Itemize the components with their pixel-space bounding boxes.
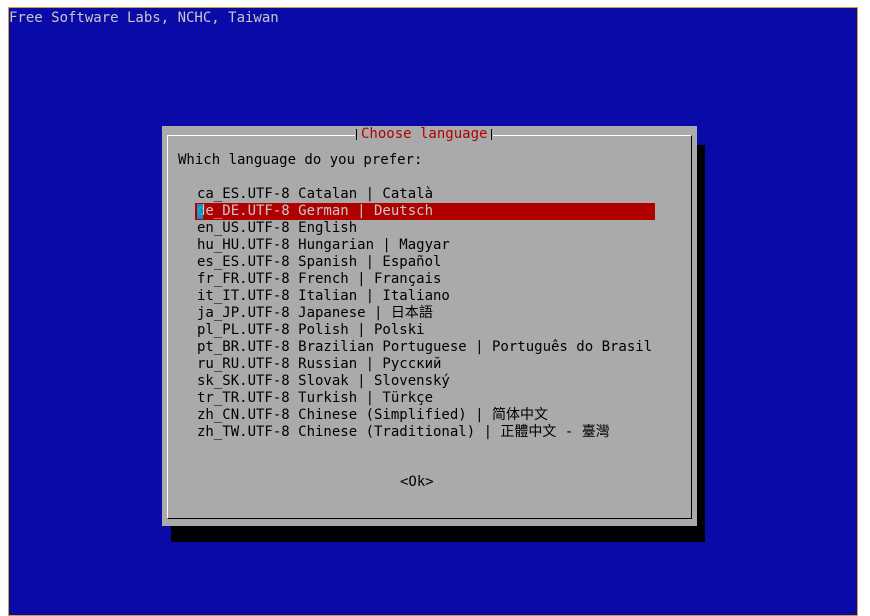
language-option-label: en_US.UTF-8 English	[197, 220, 358, 236]
language-option-label: pt_BR.UTF-8 Brazilian Portuguese | Portu…	[197, 339, 653, 355]
language-option-label: de_DE.UTF-8 German | Deutsch	[197, 203, 434, 219]
language-option-label: sk_SK.UTF-8 Slovak | Slovenský	[197, 373, 450, 389]
language-option[interactable]: en_US.UTF-8 English	[195, 220, 655, 237]
text-cursor	[197, 204, 203, 219]
dialog-prompt: Which language do you prefer:	[178, 152, 423, 168]
language-option-label: ja_JP.UTF-8 Japanese | 日本語	[197, 305, 433, 321]
language-option-label: hu_HU.UTF-8 Hungarian | Magyar	[197, 237, 450, 253]
language-option-label: it_IT.UTF-8 Italian | Italiano	[197, 288, 450, 304]
language-option-label: zh_TW.UTF-8 Chinese (Traditional) | 正體中文…	[197, 424, 610, 440]
language-option[interactable]: ca_ES.UTF-8 Catalan | Català	[195, 186, 655, 203]
language-option[interactable]: zh_TW.UTF-8 Chinese (Traditional) | 正體中文…	[195, 424, 655, 441]
language-option[interactable]: hu_HU.UTF-8 Hungarian | Magyar	[195, 237, 655, 254]
language-option-label: tr_TR.UTF-8 Turkish | Türkçe	[197, 390, 434, 406]
language-option[interactable]: tr_TR.UTF-8 Turkish | Türkçe	[195, 390, 655, 407]
language-option-label: pl_PL.UTF-8 Polish | Polski	[197, 322, 425, 338]
language-option[interactable]: fr_FR.UTF-8 French | Français	[195, 271, 655, 288]
language-option-label: es_ES.UTF-8 Spanish | Español	[197, 254, 442, 270]
language-option-label: zh_CN.UTF-8 Chinese (Simplified) | 简体中文	[197, 407, 549, 423]
language-option[interactable]: es_ES.UTF-8 Spanish | Español	[195, 254, 655, 271]
language-option[interactable]: it_IT.UTF-8 Italian | Italiano	[195, 288, 655, 305]
language-option[interactable]: ru_RU.UTF-8 Russian | Русский	[195, 356, 655, 373]
console-screen: Free Software Labs, NCHC, Taiwan Choose …	[8, 7, 858, 616]
back-title: Free Software Labs, NCHC, Taiwan	[9, 10, 279, 26]
language-option[interactable]: de_DE.UTF-8 German | Deutsch	[195, 203, 655, 220]
language-option-label: fr_FR.UTF-8 French | Français	[197, 271, 442, 287]
language-option-label: ca_ES.UTF-8 Catalan | Català	[197, 186, 434, 202]
language-list[interactable]: ca_ES.UTF-8 Catalan | Català de_DE.UTF-8 …	[195, 186, 655, 441]
language-dialog: Choose language Which language do you pr…	[162, 126, 697, 526]
ok-button[interactable]: <Ok>	[400, 474, 434, 491]
language-option[interactable]: pt_BR.UTF-8 Brazilian Portuguese | Portu…	[195, 339, 655, 356]
language-option[interactable]: sk_SK.UTF-8 Slovak | Slovenský	[195, 373, 655, 390]
language-option[interactable]: pl_PL.UTF-8 Polish | Polski	[195, 322, 655, 339]
dialog-title: Choose language	[355, 126, 494, 143]
language-option-label: ru_RU.UTF-8 Russian | Русский	[197, 356, 442, 372]
language-option[interactable]: zh_CN.UTF-8 Chinese (Simplified) | 简体中文	[195, 407, 655, 424]
language-option[interactable]: ja_JP.UTF-8 Japanese | 日本語	[195, 305, 655, 322]
